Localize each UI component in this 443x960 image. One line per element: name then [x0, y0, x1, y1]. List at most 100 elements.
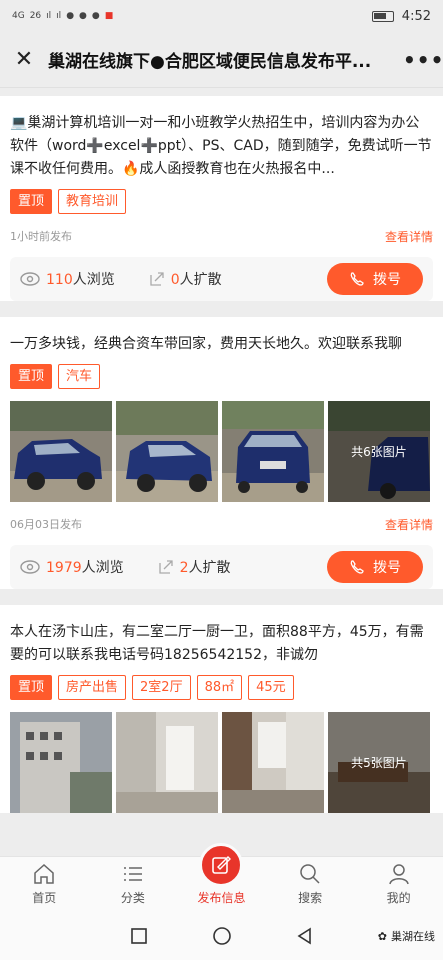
tag-list: 置顶 汽车: [10, 364, 433, 389]
views-label: 人浏览: [72, 272, 115, 288]
dial-button[interactable]: 拨号: [327, 263, 423, 295]
recent-apps-icon[interactable]: [130, 927, 148, 945]
search-icon: [300, 864, 320, 884]
tag-list: 置顶 房产出售 2室2厅 88㎡ 45元: [10, 675, 433, 700]
post-card[interactable]: 一万多块钱，经典合资车带回家，费用天长地久。欢迎联系我聊 置顶 汽车 共6张图片: [0, 317, 443, 589]
wechat-icon: ✿: [377, 929, 387, 943]
views-label: 人浏览: [81, 560, 124, 576]
tag-pinned: 置顶: [10, 364, 53, 389]
user-icon: [388, 864, 409, 885]
dial-button[interactable]: 拨号: [327, 551, 423, 583]
tab-label: 分类: [120, 891, 145, 905]
signal-bars-icon: ıl: [56, 11, 62, 21]
views-count: 1979: [46, 560, 82, 576]
notification-icon: ●: [79, 11, 87, 21]
tab-label: 搜索: [298, 891, 323, 905]
house-photo[interactable]: [10, 712, 112, 813]
tab-label: 首页: [32, 891, 57, 905]
list-icon: [123, 867, 142, 881]
shares-label: 人扩散: [179, 272, 222, 288]
home-circle-icon[interactable]: [212, 926, 232, 946]
tag-pinned: 置顶: [10, 189, 53, 214]
post-card[interactable]: 本人在汤卞山庄，有二室二厅一厨一卫，面积88平方，45万，有需要的可以联系我电话…: [0, 605, 443, 813]
eye-icon: [20, 560, 40, 574]
post-time: 06月03日发布: [10, 518, 82, 531]
tab-label: 我的: [386, 891, 411, 905]
system-nav-bar: [0, 912, 443, 960]
views-stat: 110人浏览: [20, 269, 115, 289]
shares-count: 0: [170, 272, 180, 288]
post-card[interactable]: 💻巢湖计算机培训一对一和小班教学火热招生中，培训内容为办公软件（word➕exc…: [0, 96, 443, 301]
car-photo[interactable]: 共6张图片: [328, 401, 430, 502]
post-text[interactable]: 一万多块钱，经典合资车带回家，费用天长地久。欢迎联系我聊: [10, 317, 433, 356]
house-photo[interactable]: 共5张图片: [328, 712, 430, 813]
notification-icon: ●: [66, 11, 75, 21]
views-stat: 1979人浏览: [20, 557, 124, 577]
top-bar: ✕ 巢湖在线旗下●合肥区域便民信息发布平... •••: [0, 32, 443, 88]
tab-category[interactable]: 分类: [89, 857, 178, 912]
post-feed[interactable]: 💻巢湖计算机培训一对一和小班教学火热招生中，培训内容为办公软件（word➕exc…: [0, 88, 443, 856]
tag-category[interactable]: 房产出售: [58, 675, 127, 700]
signal-2g-icon: 26: [29, 11, 42, 21]
photo-grid: 共5张图片: [10, 712, 433, 813]
photo-count-overlay[interactable]: 共6张图片: [328, 401, 430, 502]
signal-bars-icon: ıl: [46, 11, 52, 21]
tag-pinned: 置顶: [10, 675, 53, 700]
house-photo[interactable]: [116, 712, 218, 813]
back-icon[interactable]: [296, 927, 314, 945]
phone-icon: [350, 272, 364, 286]
tab-label: 发布信息: [197, 891, 246, 905]
page-title: 巢湖在线旗下●合肥区域便民信息发布平...: [48, 52, 372, 72]
more-options-icon[interactable]: •••: [403, 48, 443, 72]
watermark-text: 巢湖在线: [391, 930, 435, 943]
tab-publish[interactable]: 发布信息: [177, 843, 266, 912]
tab-search[interactable]: 搜索: [266, 857, 355, 912]
shares-count: 2: [179, 560, 189, 576]
phone-icon: [350, 560, 364, 574]
battery-icon: [371, 10, 394, 22]
photo-count-overlay[interactable]: 共5张图片: [328, 712, 430, 813]
car-photo[interactable]: [116, 401, 218, 502]
bottom-tab-bar: 首页 分类 发布信息 搜索 我的: [0, 843, 443, 912]
post-meta: 1小时前发布 查看详情: [10, 228, 433, 245]
close-icon[interactable]: ✕: [12, 47, 36, 72]
status-bar: 4G 26 ıl ıl ● ● ● ■ 4:52: [0, 0, 443, 32]
status-icons: 4G 26 ıl ıl ● ● ● ■: [12, 11, 113, 21]
signal-4g-icon: 4G: [12, 11, 25, 21]
dial-label: 拨号: [373, 272, 401, 288]
shares-stat: 0人扩散: [149, 269, 222, 289]
notification-icon: ■: [104, 11, 114, 21]
eye-icon: [20, 272, 40, 286]
app-screen: 4G 26 ıl ıl ● ● ● ■ 4:52 ✕ 巢湖在线旗下●合肥区域便民…: [0, 0, 443, 960]
tag-area: 88㎡: [196, 675, 243, 700]
post-stats: 1979人浏览 2人扩散 拨号: [10, 545, 433, 589]
edit-icon: [212, 856, 232, 874]
post-text[interactable]: 💻巢湖计算机培训一对一和小班教学火热招生中，培训内容为办公软件（word➕exc…: [10, 96, 433, 181]
car-photo[interactable]: [222, 401, 324, 502]
views-count: 110: [46, 272, 73, 288]
view-detail-link[interactable]: 查看详情: [385, 516, 433, 533]
post-stats: 110人浏览 0人扩散 拨号: [10, 257, 433, 301]
shares-stat: 2人扩散: [158, 557, 231, 577]
share-icon: [158, 560, 173, 574]
tag-category[interactable]: 教育培训: [58, 189, 127, 214]
watermark: ✿ 巢湖在线: [378, 928, 435, 944]
tab-mine[interactable]: 我的: [354, 857, 443, 912]
tag-price: 45元: [248, 675, 294, 700]
post-meta: 06月03日发布 查看详情: [10, 516, 433, 533]
photo-grid: 共6张图片: [10, 401, 433, 502]
notification-icon: ●: [91, 11, 100, 21]
tag-layout: 2室2厅: [132, 675, 191, 700]
tag-category[interactable]: 汽车: [58, 364, 101, 389]
post-text[interactable]: 本人在汤卞山庄，有二室二厅一厨一卫，面积88平方，45万，有需要的可以联系我电话…: [10, 605, 433, 667]
tab-home[interactable]: 首页: [0, 857, 89, 912]
house-photo[interactable]: [222, 712, 324, 813]
tag-list: 置顶 教育培训: [10, 189, 433, 214]
view-detail-link[interactable]: 查看详情: [385, 228, 433, 245]
home-icon: [34, 863, 55, 884]
publish-button[interactable]: [199, 843, 244, 887]
car-photo[interactable]: [10, 401, 112, 502]
clock: 4:52: [401, 8, 431, 24]
shares-label: 人扩散: [188, 560, 231, 576]
dial-label: 拨号: [373, 560, 401, 576]
